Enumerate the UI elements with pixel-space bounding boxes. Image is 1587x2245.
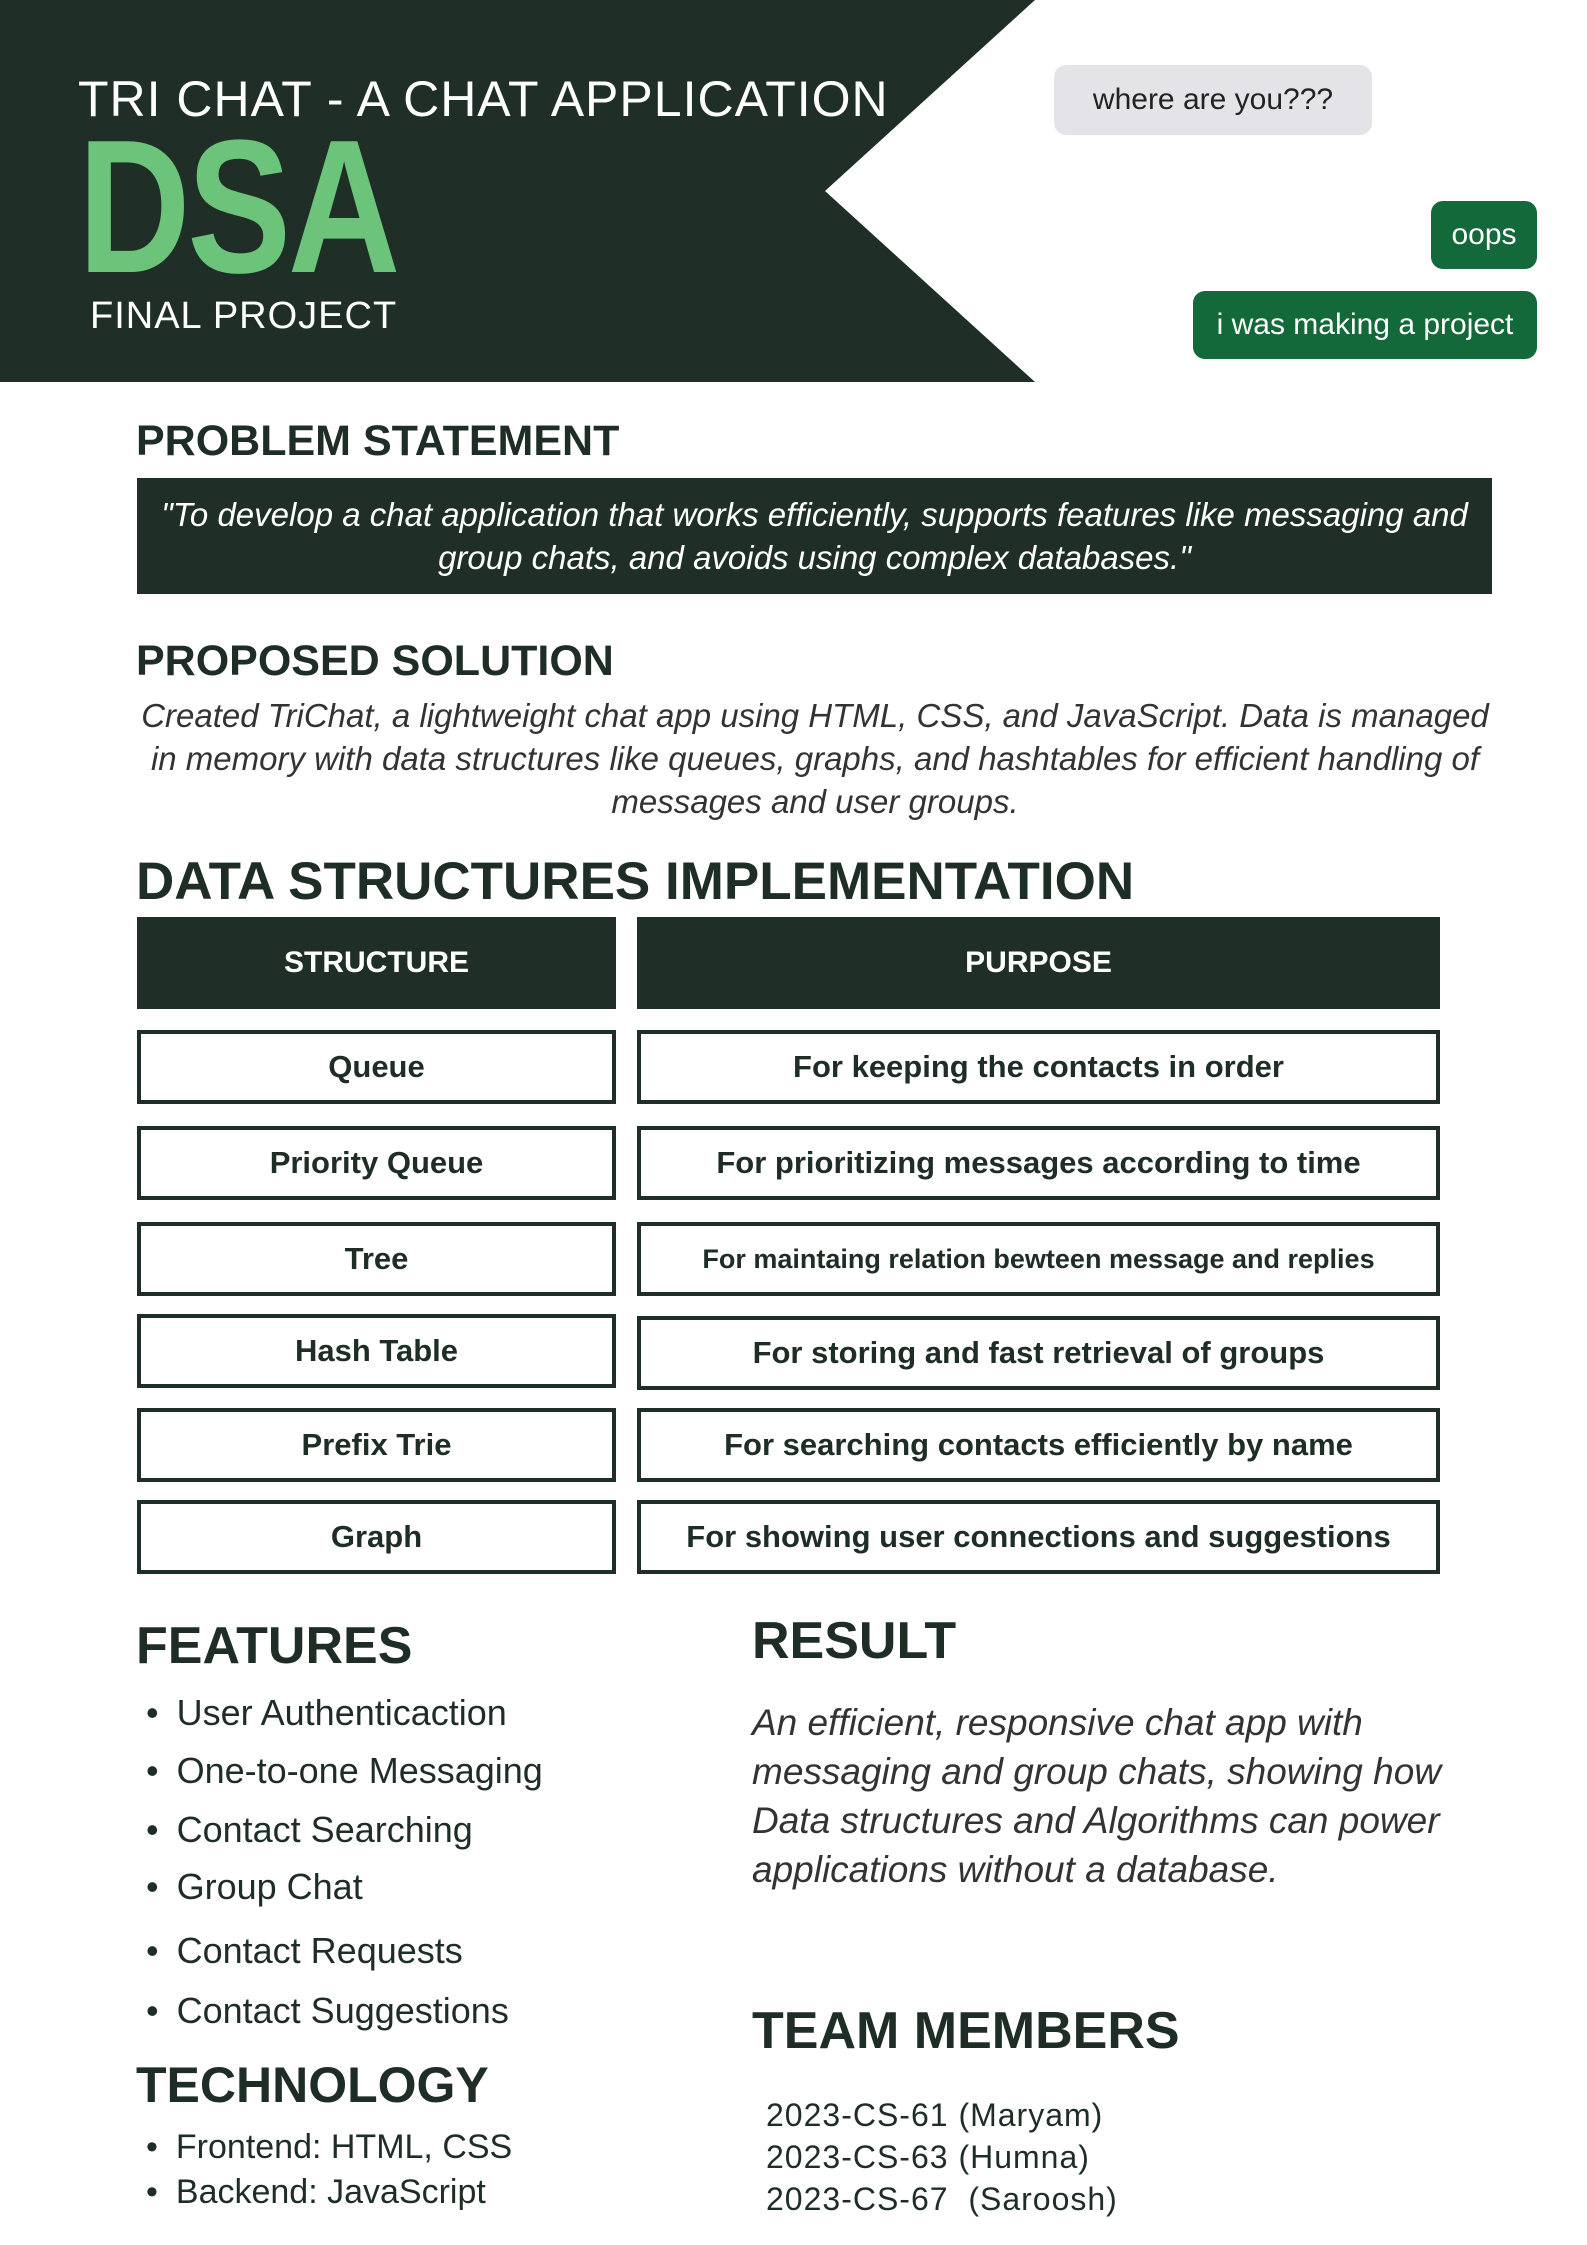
- problem-statement-text: "To develop a chat application that work…: [161, 496, 1468, 576]
- table-cell-purpose: For showing user connections and suggest…: [637, 1500, 1440, 1574]
- team-member: 2023-CS-67 (Saroosh): [766, 2181, 1118, 2217]
- table-cell-purpose: For maintaing relation bewteen message a…: [637, 1222, 1440, 1296]
- table-cell-structure: Queue: [137, 1030, 616, 1104]
- chat-bubble-received: where are you???: [1054, 65, 1372, 135]
- problem-heading: PROBLEM STATEMENT: [136, 417, 620, 465]
- chat-bubble-sent: i was making a project: [1193, 291, 1537, 359]
- project-subtitle: FINAL PROJECT: [90, 295, 398, 337]
- table-cell-structure: Hash Table: [137, 1314, 616, 1388]
- dsa-logo-text: DSA: [78, 101, 400, 313]
- table-cell-purpose: For searching contacts efficiently by na…: [637, 1408, 1440, 1482]
- result-text: An efficient, responsive chat app with m…: [752, 1702, 1442, 1890]
- result-heading: RESULT: [752, 1612, 957, 1670]
- feature-item: Contact Requests: [142, 1930, 463, 1972]
- table-cell-structure: Tree: [137, 1222, 616, 1296]
- team-member: 2023-CS-61 (Maryam): [766, 2097, 1104, 2133]
- proposed-solution-text: Created TriChat, a lightweight chat app …: [141, 697, 1489, 820]
- feature-item: User Authenticaction: [142, 1692, 507, 1734]
- feature-item: Group Chat: [142, 1866, 363, 1908]
- table-header-structure: STRUCTURE: [137, 917, 616, 1009]
- problem-statement-box: "To develop a chat application that work…: [137, 478, 1492, 594]
- table-cell-structure: Graph: [137, 1500, 616, 1574]
- technology-item: Frontend: HTML, CSS: [142, 2128, 512, 2167]
- proposed-heading: PROPOSED SOLUTION: [136, 637, 614, 685]
- team-member: 2023-CS-63 (Humna): [766, 2139, 1090, 2175]
- table-cell-purpose: For prioritizing messages according to t…: [637, 1126, 1440, 1200]
- ds-heading: DATA STRUCTURES IMPLEMENTATION: [136, 852, 1135, 911]
- technology-heading: TECHNOLOGY: [136, 2057, 489, 2113]
- feature-item: One-to-one Messaging: [142, 1750, 543, 1792]
- table-cell-structure: Prefix Trie: [137, 1408, 616, 1482]
- team-heading: TEAM MEMBERS: [752, 2002, 1180, 2060]
- chat-bubble-sent: oops: [1431, 201, 1537, 269]
- table-header-purpose: PURPOSE: [637, 917, 1440, 1009]
- table-cell-purpose: For storing and fast retrieval of groups: [637, 1316, 1440, 1390]
- table-cell-structure: Priority Queue: [137, 1126, 616, 1200]
- feature-item: Contact Suggestions: [142, 1990, 509, 2032]
- feature-item: Contact Searching: [142, 1809, 473, 1851]
- table-cell-purpose: For keeping the contacts in order: [637, 1030, 1440, 1104]
- technology-item: Backend: JavaScript: [142, 2173, 486, 2212]
- features-heading: FEATURES: [136, 1617, 413, 1675]
